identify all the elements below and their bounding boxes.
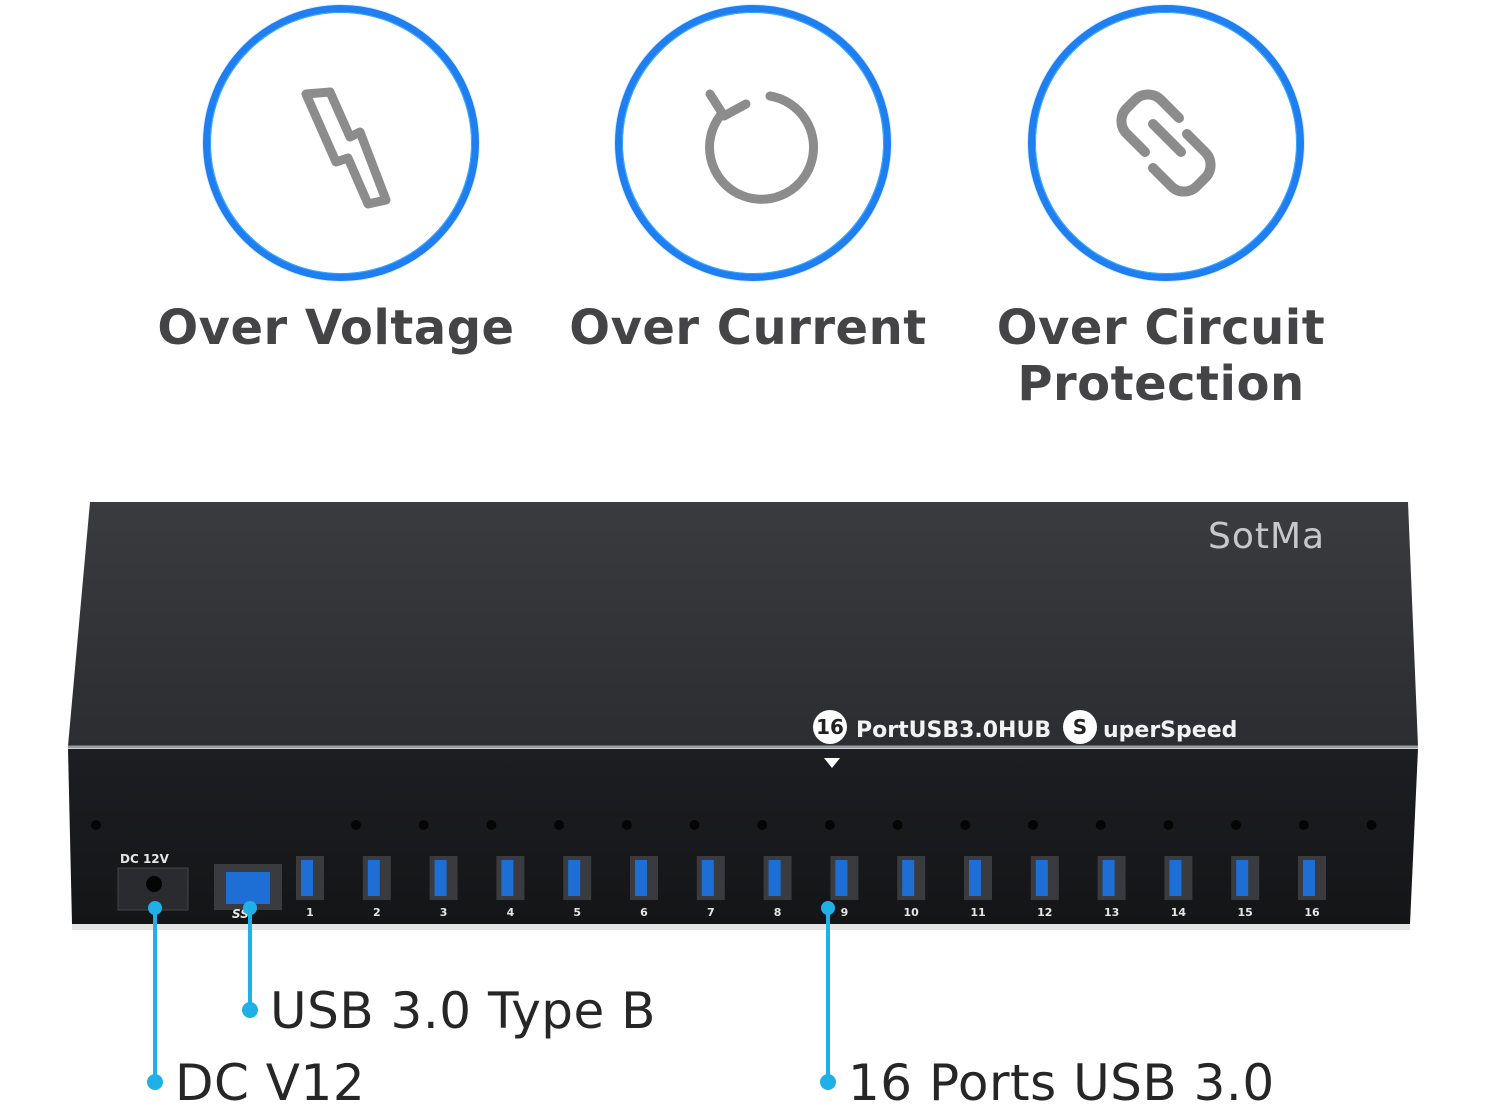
- port-number-label: 16: [1304, 906, 1320, 919]
- port-number-label: 6: [640, 906, 648, 919]
- port-number-label: 11: [970, 906, 986, 919]
- port-number-label: 9: [840, 906, 849, 919]
- callout-ports: 16 Ports USB 3.0: [848, 1054, 1275, 1112]
- port-number-label: 10: [903, 906, 919, 919]
- dc-label: DC 12V: [120, 852, 169, 866]
- port-count-badge: 16: [813, 710, 847, 744]
- lightning-icon: [301, 87, 391, 209]
- hub-label: PortUSB3.0HUB: [856, 718, 1052, 743]
- feature-ring: [1028, 5, 1304, 281]
- port-number-label: 3: [439, 906, 448, 919]
- feature-ring: [615, 5, 891, 281]
- superspeed-badge: S: [1063, 710, 1097, 744]
- usb-hub-device: SotMa 16 PortUSB3.0HUB S uperSpeed DC 12…: [58, 500, 1418, 930]
- link-icon: [1116, 89, 1216, 197]
- port-number-label: 8: [773, 906, 782, 919]
- port-number-label: 4: [506, 906, 515, 919]
- port-number-label: 5: [573, 906, 582, 919]
- feature-ring: [203, 5, 479, 281]
- superspeed-label: uperSpeed: [1103, 718, 1238, 743]
- callout-dc: DC V12: [175, 1054, 366, 1112]
- refresh-icon: [705, 89, 819, 204]
- port-number-label: 1: [306, 906, 314, 919]
- brand-logo: SotMa: [1208, 516, 1326, 557]
- superspeed-logo: SS: [232, 907, 249, 921]
- feature-label: Protection: [1017, 356, 1305, 412]
- port-number-label: 14: [1170, 906, 1187, 919]
- hub-body: [68, 502, 1418, 930]
- port-number-label: 12: [1037, 906, 1053, 919]
- feature-label: Over Current: [569, 300, 927, 356]
- port-number-label: 2: [372, 906, 381, 919]
- port-number-label: 15: [1237, 906, 1253, 919]
- port-number-label: 13: [1103, 906, 1120, 919]
- feature-label: Over Circuit: [996, 300, 1326, 356]
- callout-usb-type-b: USB 3.0 Type B: [270, 982, 656, 1040]
- port-number-label: 7: [706, 906, 715, 919]
- feature-label: Over Voltage: [157, 300, 515, 356]
